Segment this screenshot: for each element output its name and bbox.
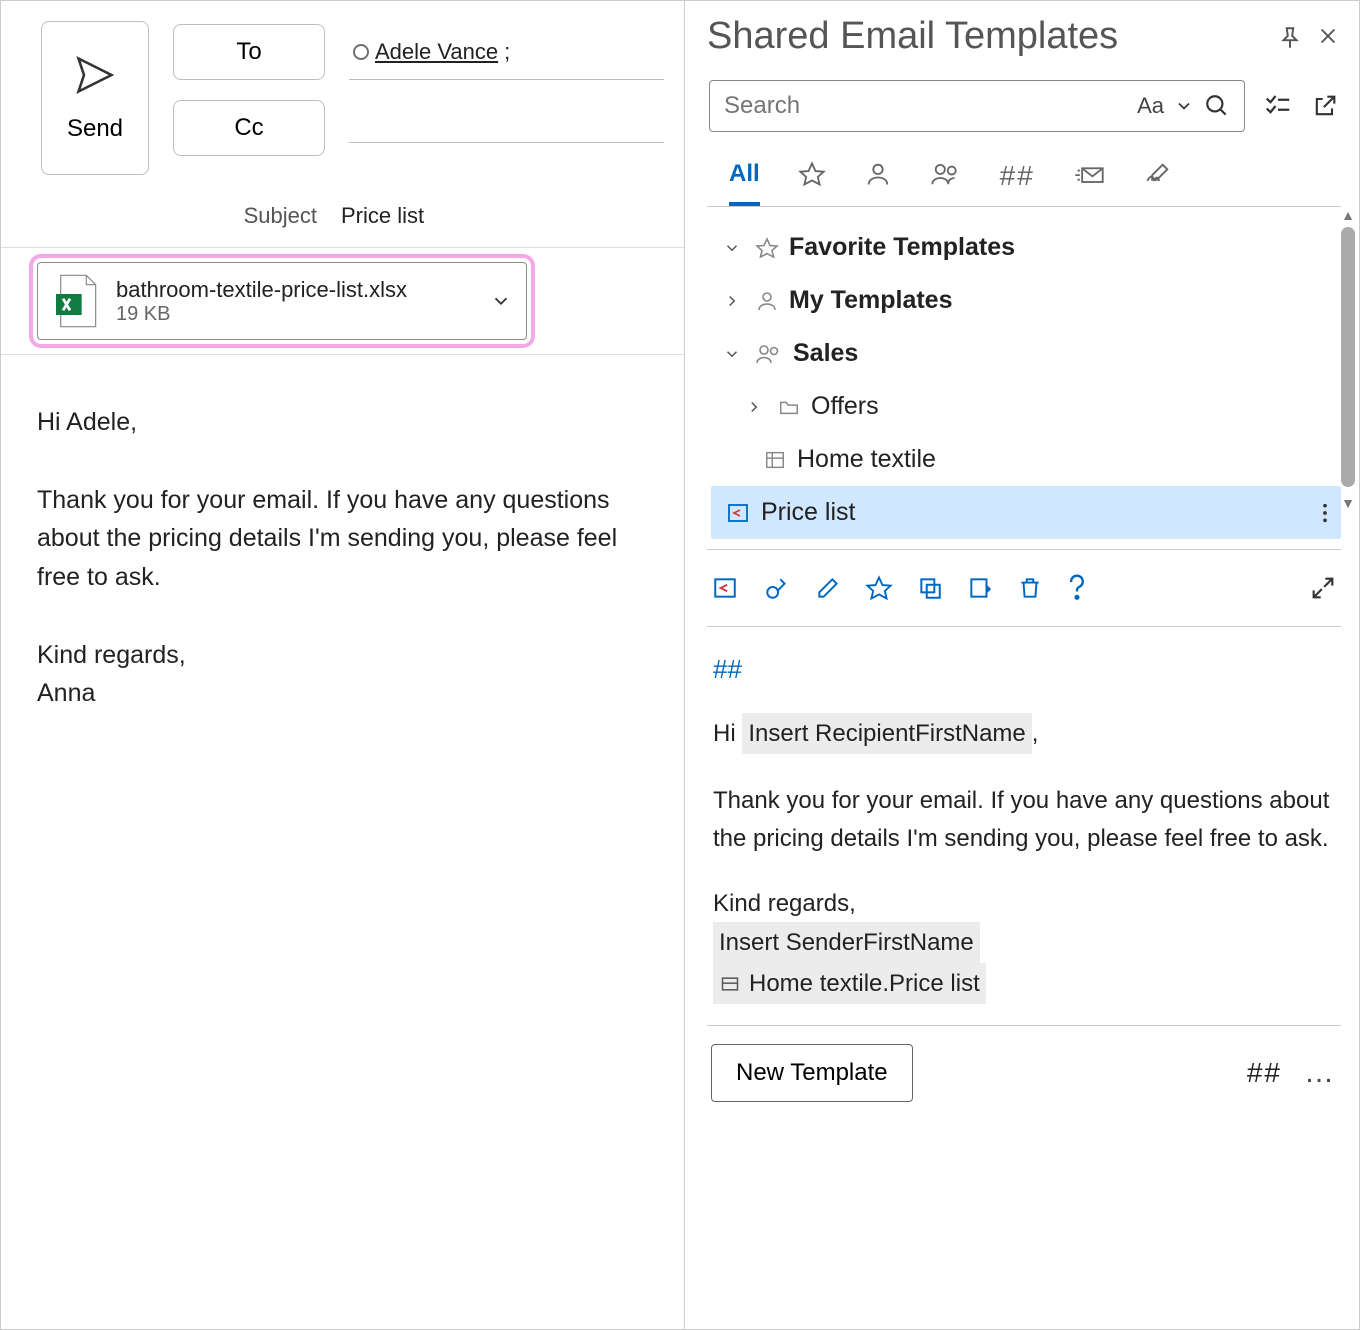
compose-header: Send To Adele Vance; Cc	[1, 1, 684, 175]
attachment-size: 19 KB	[116, 303, 170, 325]
excel-icon	[52, 273, 102, 329]
item-menu-icon[interactable]	[1321, 502, 1329, 524]
cc-button[interactable]: Cc	[173, 100, 325, 156]
more-menu-icon[interactable]: …	[1304, 1056, 1337, 1090]
templates-pane: Shared Email Templates Aa All ##	[685, 1, 1359, 1329]
copy-icon[interactable]	[917, 575, 943, 601]
pin-icon[interactable]	[1277, 25, 1301, 49]
open-external-icon[interactable]	[1311, 92, 1339, 120]
insert-icon[interactable]	[711, 575, 739, 601]
favorite-action-icon[interactable]	[865, 574, 893, 602]
template-preview: ## Hi Insert RecipientFirstName, Thank y…	[707, 637, 1341, 1025]
subject-label: Subject	[165, 203, 317, 229]
select-mode-icon[interactable]	[1263, 91, 1293, 121]
attachment-name: bathroom-textile-price-list.xlsx	[116, 277, 407, 302]
macro-indicator[interactable]: ##	[713, 649, 742, 689]
tab-signatures[interactable]	[1143, 160, 1173, 206]
search-box[interactable]: Aa	[709, 80, 1245, 132]
help-icon[interactable]	[1067, 574, 1087, 602]
template-actions	[707, 560, 1341, 616]
tree-my-templates[interactable]: My Templates	[711, 274, 1341, 327]
new-template-button[interactable]: New Template	[711, 1044, 913, 1102]
close-icon[interactable]	[1317, 25, 1341, 49]
linked-dataset[interactable]: Home textile.Price list	[713, 963, 986, 1004]
search-input[interactable]	[724, 92, 1127, 120]
import-icon[interactable]	[967, 575, 993, 601]
send-icon	[73, 53, 117, 97]
subject-row: Subject Price list	[1, 175, 684, 248]
tab-personal[interactable]	[864, 160, 892, 206]
search-icon[interactable]	[1204, 93, 1230, 119]
presence-icon	[353, 44, 369, 60]
recipient-fields: To Adele Vance; Cc	[173, 21, 664, 159]
tab-team[interactable]	[930, 160, 962, 206]
send-label: Send	[67, 115, 123, 143]
attachment-item[interactable]: bathroom-textile-price-list.xlsx 19 KB	[37, 262, 527, 340]
search-options-chevron-icon[interactable]	[1174, 96, 1194, 116]
edit-html-icon[interactable]	[763, 575, 791, 601]
scrollbar[interactable]: ▲ ▼	[1341, 207, 1355, 511]
preview-body: Thank you for your email. If you have an…	[713, 782, 1335, 856]
pane-title: Shared Email Templates	[707, 15, 1261, 58]
to-button[interactable]: To	[173, 24, 325, 80]
tab-all[interactable]: All	[729, 160, 760, 206]
attachment-menu-chevron-icon[interactable]	[490, 290, 512, 312]
compose-pane: Send To Adele Vance; Cc Subject Price li…	[1, 1, 685, 1329]
delete-icon[interactable]	[1017, 575, 1043, 601]
tree-offers[interactable]: Offers	[711, 380, 1341, 433]
placeholder-recipient[interactable]: Insert RecipientFirstName	[742, 713, 1031, 754]
compose-body[interactable]: Hi Adele, Thank you for your email. If y…	[1, 355, 684, 761]
preview-signoff: Kind regards,	[713, 885, 1335, 922]
case-toggle[interactable]: Aa	[1137, 93, 1164, 119]
attachments: bathroom-textile-price-list.xlsx 19 KB	[1, 248, 684, 355]
tab-favorites[interactable]	[798, 160, 826, 206]
recipient-chip[interactable]: Adele Vance	[375, 39, 498, 65]
send-button[interactable]: Send	[41, 21, 149, 175]
placeholder-sender[interactable]: Insert SenderFirstName	[713, 922, 980, 963]
expand-icon[interactable]	[1309, 574, 1337, 602]
cc-input[interactable]	[349, 114, 664, 143]
tree-sales[interactable]: Sales	[711, 327, 1341, 380]
tab-mail-merge[interactable]	[1073, 160, 1105, 206]
edit-icon[interactable]	[815, 575, 841, 601]
tree-favorites[interactable]: Favorite Templates	[711, 221, 1341, 274]
tree-home-textile[interactable]: Home textile	[711, 433, 1341, 486]
macros-button[interactable]: ##	[1247, 1057, 1282, 1089]
table-icon	[719, 974, 741, 994]
subject-input[interactable]: Price list	[341, 203, 424, 229]
tab-macros[interactable]: ##	[1000, 160, 1035, 206]
to-input[interactable]: Adele Vance;	[349, 25, 664, 80]
filter-tabs: All ##	[707, 132, 1341, 207]
tree-price-list[interactable]: Price list	[711, 486, 1341, 539]
